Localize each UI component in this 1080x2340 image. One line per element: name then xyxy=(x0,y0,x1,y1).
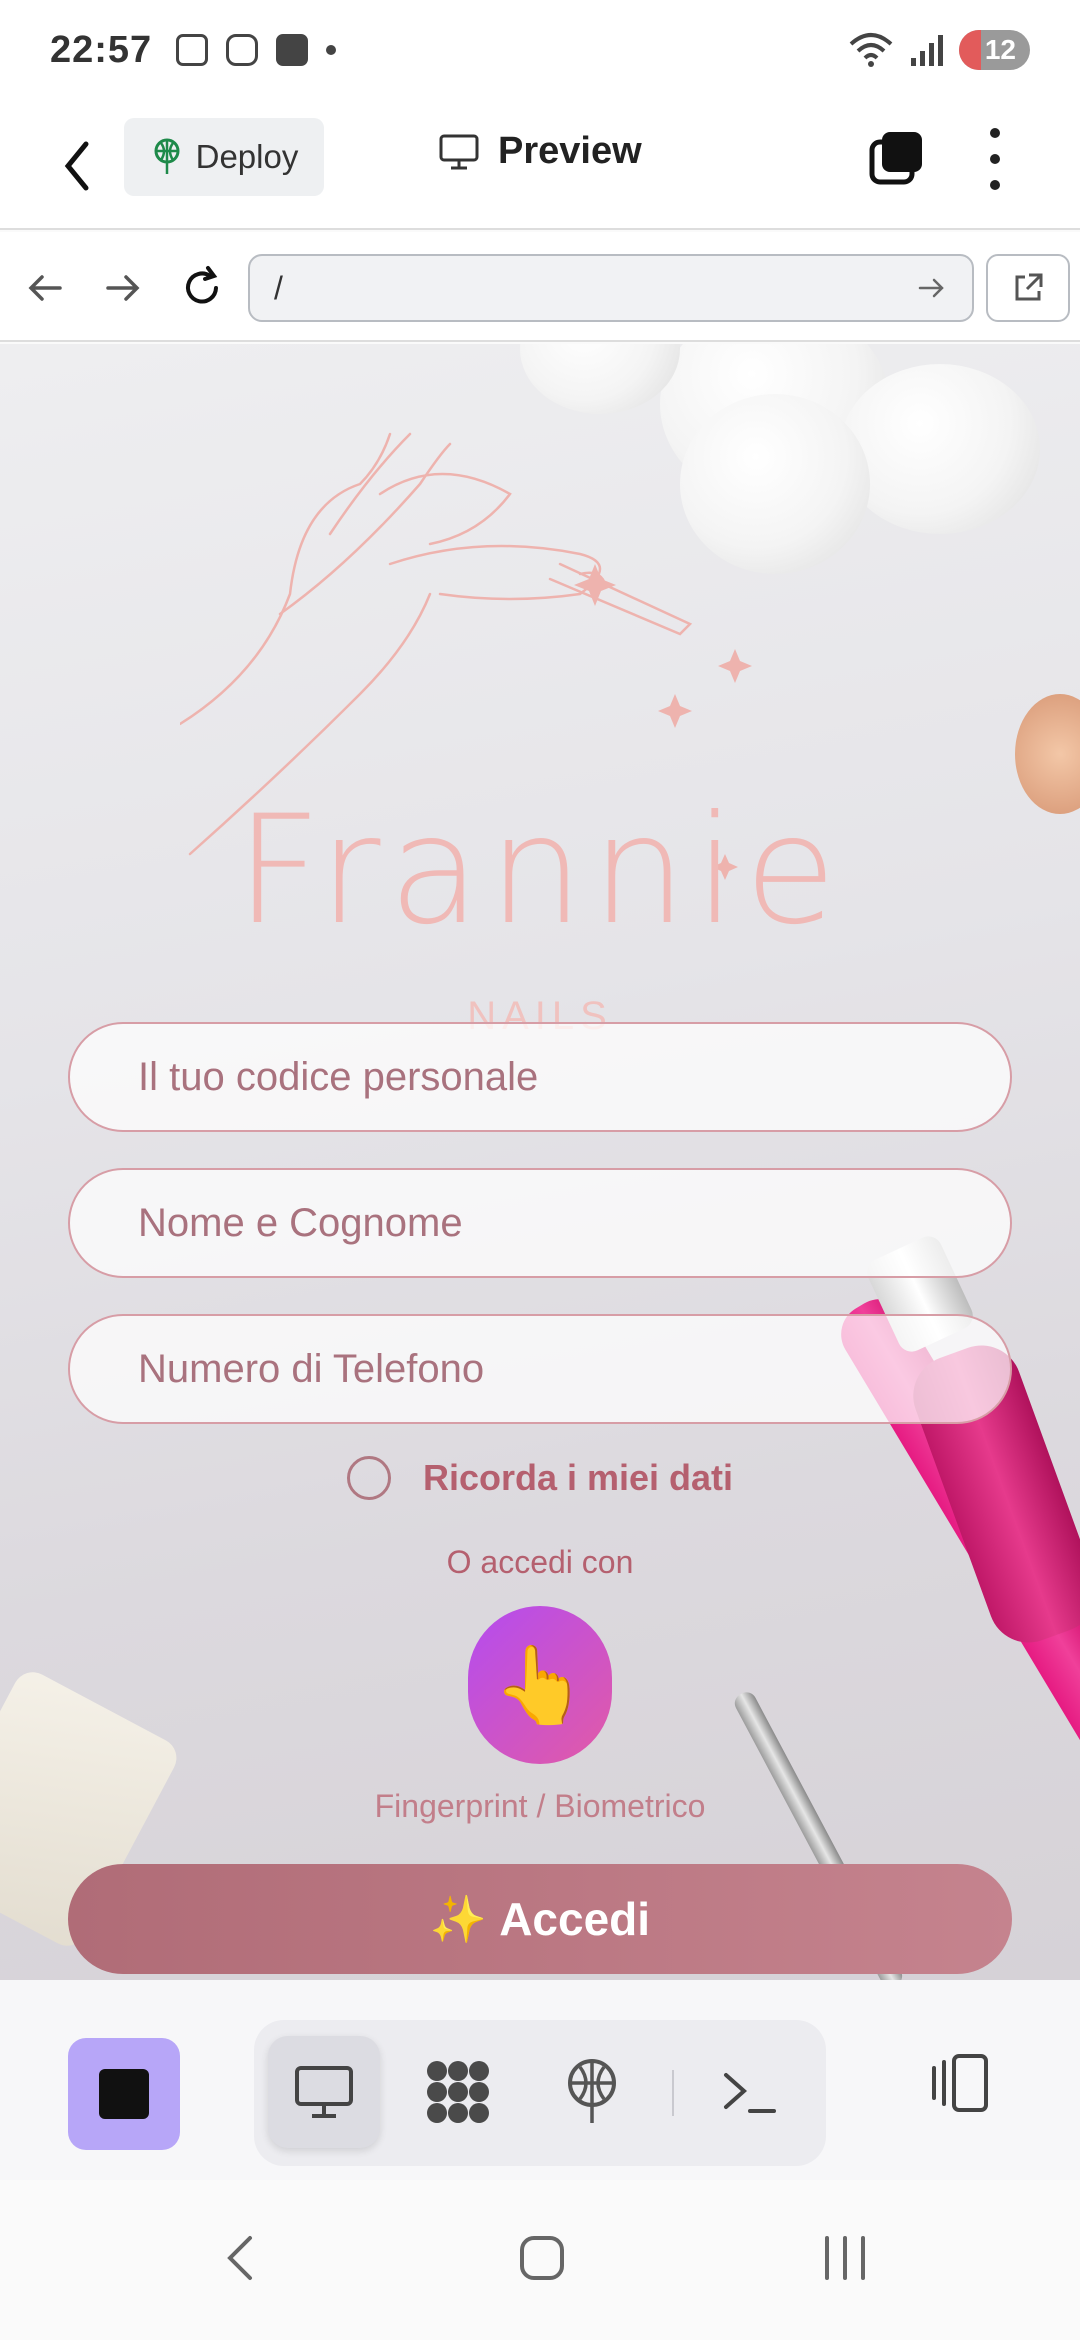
gallery-icon xyxy=(176,34,209,66)
alert-icon xyxy=(276,34,309,66)
remember-me-label[interactable]: Ricorda i miei dati xyxy=(423,1457,733,1499)
more-notifications-dot xyxy=(326,45,337,55)
switcher-divider xyxy=(672,2070,674,2116)
grid-icon xyxy=(427,2061,489,2123)
more-menu-icon[interactable] xyxy=(980,128,1010,190)
full-name-placeholder: Nome e Cognome xyxy=(138,1200,463,1245)
brand-name: Frannie xyxy=(235,784,845,958)
system-back-icon[interactable] xyxy=(212,2228,272,2288)
fingerprint-label: Fingerprint / Biometrico xyxy=(374,1788,706,1824)
shell-view-button[interactable] xyxy=(694,2036,806,2148)
workspace-view-button[interactable] xyxy=(402,2036,514,2148)
external-link-icon xyxy=(1015,273,1043,301)
login-label: Accedi xyxy=(499,1893,651,1945)
personal-code-input[interactable]: Il tuo codice personale xyxy=(68,1022,1012,1132)
monitor-icon xyxy=(439,134,479,169)
status-bar: 22:57 12 xyxy=(0,0,1080,100)
remember-me-checkbox[interactable] xyxy=(346,1456,391,1500)
deploy-icon xyxy=(154,138,180,174)
preview-view-button[interactable] xyxy=(268,2036,380,2148)
full-name-input[interactable]: Nome e Cognome xyxy=(68,1168,1012,1278)
login-button[interactable]: ✨ Accedi xyxy=(68,1864,1012,1974)
bottom-dock xyxy=(0,1980,1080,2196)
deploy-icon xyxy=(568,2059,616,2123)
app-bar: Deploy Preview xyxy=(0,100,1080,230)
go-arrow-icon[interactable] xyxy=(914,271,948,305)
preview-title: Preview xyxy=(438,130,642,173)
browser-toolbar: / xyxy=(0,232,1080,342)
url-bar[interactable]: / xyxy=(248,254,974,322)
instagram-icon xyxy=(226,34,259,66)
stop-button[interactable] xyxy=(68,2038,180,2150)
stop-icon xyxy=(99,2069,149,2119)
back-button[interactable] xyxy=(58,136,98,196)
status-time: 22:57 xyxy=(50,28,153,71)
reload-icon[interactable] xyxy=(176,262,228,314)
url-text: / xyxy=(274,269,283,306)
phone-input[interactable]: Numero di Telefono xyxy=(68,1314,1012,1424)
phone-placeholder: Numero di Telefono xyxy=(138,1346,485,1391)
pointing-finger-icon: 👆 xyxy=(492,1643,588,1728)
split-view-icon[interactable] xyxy=(924,2048,994,2118)
view-switcher xyxy=(254,2020,826,2166)
remember-me-row: Ricorda i miei dati xyxy=(0,1456,1080,1500)
web-preview: Frannie NAILS Il tuo codice personale No… xyxy=(0,344,1080,1980)
signal-icon xyxy=(910,35,943,66)
monitor-icon xyxy=(295,2066,353,2118)
deploy-label: Deploy xyxy=(195,138,299,175)
system-recents-icon[interactable] xyxy=(815,2228,875,2288)
notification-icons xyxy=(176,34,337,66)
system-nav-bar xyxy=(0,2180,1080,2340)
browser-forward-icon[interactable] xyxy=(96,262,148,314)
tabs-icon[interactable] xyxy=(868,130,924,186)
sparkles-icon: ✨ xyxy=(429,1892,488,1945)
deploy-view-button[interactable] xyxy=(536,2036,648,2148)
open-external-button[interactable] xyxy=(986,254,1070,322)
system-home-icon[interactable] xyxy=(512,2228,572,2288)
deploy-button[interactable]: Deploy xyxy=(124,118,324,196)
terminal-icon xyxy=(724,2073,776,2113)
battery-indicator: 12 xyxy=(958,30,1030,70)
browser-back-icon[interactable] xyxy=(20,262,72,314)
preview-label: Preview xyxy=(498,130,642,172)
personal-code-placeholder: Il tuo codice personale xyxy=(138,1054,539,1099)
wifi-icon xyxy=(849,33,893,67)
alt-login-text: O accedi con xyxy=(446,1544,634,1580)
fingerprint-login-button[interactable]: 👆 xyxy=(468,1606,612,1764)
